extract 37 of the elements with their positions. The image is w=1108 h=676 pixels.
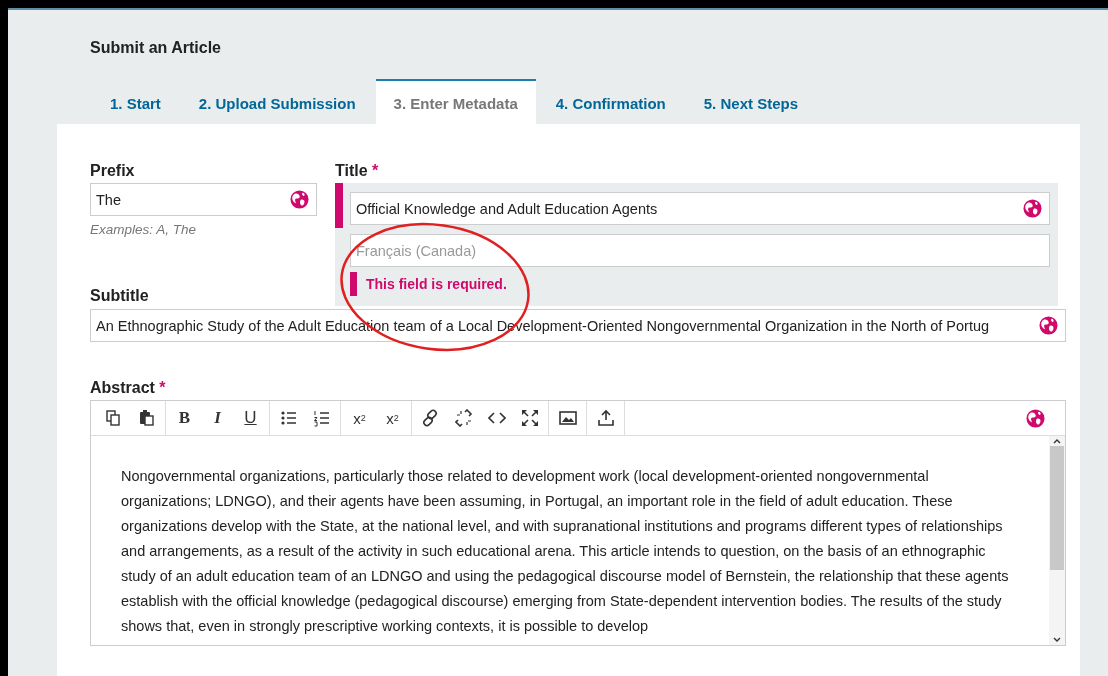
paste-icon: [137, 409, 156, 427]
link-icon: [421, 409, 440, 427]
field-label: Title *: [335, 162, 380, 180]
globe-icon[interactable]: [1039, 316, 1058, 335]
globe-icon[interactable]: [1026, 408, 1045, 428]
upload-icon: [596, 409, 615, 427]
locale-field[interactable]: Français (Canada): [350, 234, 1050, 267]
field-label: Abstract *: [90, 379, 167, 397]
field-label: Prefix: [90, 162, 136, 180]
field-label: Subtitle: [90, 287, 150, 305]
unlink-icon: [454, 409, 473, 427]
step-tab[interactable]: 1. Start: [92, 79, 179, 124]
copy-icon: [104, 409, 123, 427]
globe-icon[interactable]: [1023, 199, 1042, 218]
globe-icon[interactable]: [290, 190, 309, 209]
step-tab[interactable]: 2. Upload Submission: [180, 79, 374, 124]
field-hint: Examples: A, The: [90, 222, 198, 237]
page-title: Submit an Article: [90, 39, 222, 57]
fullscreen-icon: [520, 409, 539, 427]
step-tab[interactable]: 4. Confirmation: [537, 79, 684, 124]
rich-text-editor[interactable]: [90, 400, 1066, 646]
step-tab[interactable]: 5. Next Steps: [685, 79, 816, 124]
error-bar: [350, 272, 357, 296]
numbered-list-icon: [312, 409, 331, 427]
abstract-text[interactable]: Nongovernmental organizations, particularly those related to development work (local development-oriented nongovernmental organizations; LDNGO), and their agents have been assuming, in Portugal, an important role in the field of adult education. These organizations develop with the State, at the national level, and with supranational institutions and programs different types of relationships and arrangements, as a result of the activity in such educational arena. This article intends to question, on the basis of an ethnographic study of an adult education team of an LDNGO and using the pedagogical discourse model of Bernstein, the relationship that these agents establish with the official knowledge (pedagogical discourse) emerging from State-dependent intervention bodies. The results of the study shows that, even in strongly prescriptive working contexts, it is possible to develop: [91, 436, 1049, 645]
format-button[interactable]: I: [201, 403, 234, 433]
step-tab[interactable]: 3. Enter Metadata: [375, 79, 536, 124]
format-button[interactable]: x$^{2}$: [343, 403, 376, 433]
image-icon: [558, 409, 577, 427]
format-button[interactable]: U: [234, 403, 267, 433]
error-bar: [335, 183, 343, 228]
format-button[interactable]: B: [168, 403, 201, 433]
scrollbar[interactable]: [1049, 436, 1065, 645]
title-field[interactable]: Official Knowledge and Adult Education Agents: [350, 192, 1050, 225]
prefix-field[interactable]: The: [90, 183, 317, 216]
error-message: This field is required.: [366, 276, 507, 292]
bullet-list-icon: [279, 409, 298, 427]
